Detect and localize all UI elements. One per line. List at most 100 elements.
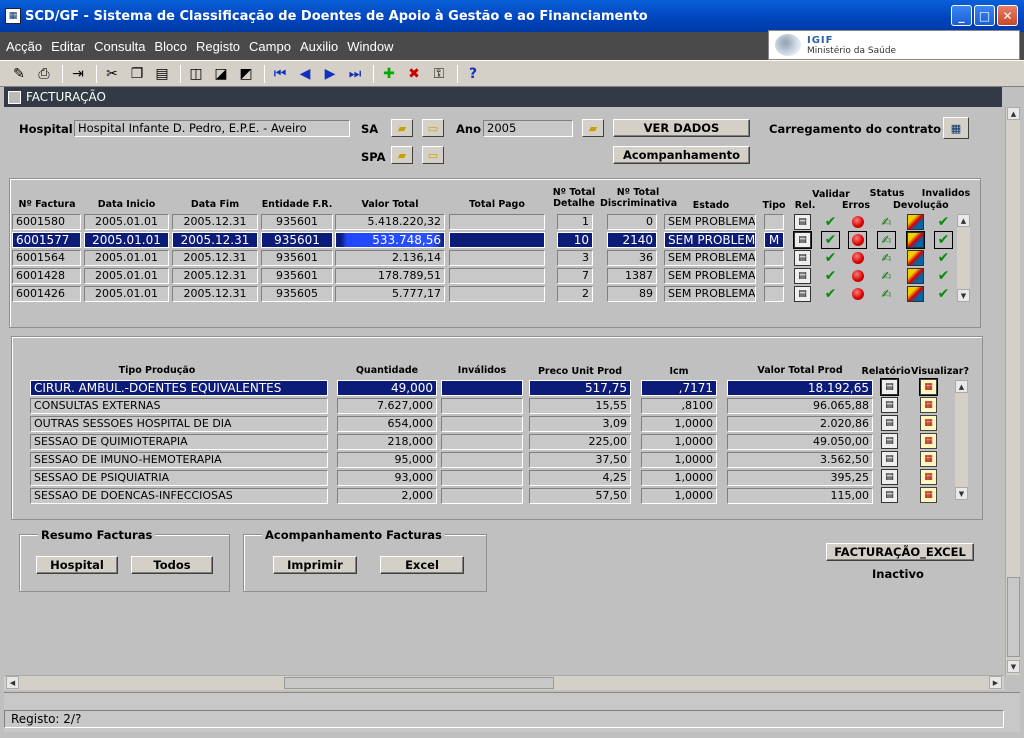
- cell-data-inicio[interactable]: 2005.01.01: [84, 214, 169, 230]
- cell-estado[interactable]: SEM PROBLEMA: [664, 232, 756, 248]
- facturas-scrollbar[interactable]: ▲ ▼: [957, 214, 970, 302]
- cell-valor-total[interactable]: 5.777,17: [335, 286, 445, 302]
- visualizar-icon[interactable]: ▦: [920, 451, 937, 467]
- cell-estado[interactable]: SEM PROBLEMA: [664, 286, 756, 302]
- cell-icm[interactable]: ,7171: [641, 380, 717, 396]
- cell-estado[interactable]: SEM PROBLEMA: [664, 214, 756, 230]
- cell-invalidos[interactable]: [441, 434, 523, 450]
- visualizar-icon[interactable]: ▦: [920, 487, 937, 503]
- scroll-down-icon[interactable]: ▼: [955, 487, 968, 500]
- cell-valor-total[interactable]: 533.748,56: [335, 232, 445, 248]
- cell-nr-factura[interactable]: 6001580: [12, 214, 81, 230]
- cell-total-discriminativa[interactable]: 1387: [607, 268, 657, 284]
- scroll-down-icon[interactable]: ▼: [957, 289, 970, 302]
- cell-quantidade[interactable]: 7.627,000: [337, 398, 437, 414]
- cell-data-fim[interactable]: 2005.12.31: [172, 268, 258, 284]
- window-horizontal-scrollbar[interactable]: ◀ ▶: [4, 675, 1004, 690]
- cell-preco-unit[interactable]: 225,00: [529, 434, 631, 450]
- paste-icon[interactable]: ▤: [151, 64, 173, 84]
- sa-open-folder-icon[interactable]: ▰: [391, 119, 413, 137]
- invalidos-check-icon[interactable]: ✔: [935, 250, 952, 266]
- cell-nr-factura[interactable]: 6001577: [12, 232, 81, 248]
- cell-valor-total[interactable]: 178.789,51: [335, 268, 445, 284]
- facturacao-excel-button[interactable]: FACTURAÇÃO_EXCEL: [826, 543, 974, 561]
- validate-check-icon[interactable]: ✔: [821, 231, 840, 249]
- scroll-up-icon[interactable]: ▲: [957, 214, 970, 227]
- invalidos-check-icon[interactable]: ✔: [934, 231, 953, 249]
- cell-invalidos[interactable]: [441, 452, 523, 468]
- print-icon[interactable]: ⎙: [33, 64, 55, 84]
- maximize-button[interactable]: □: [974, 5, 995, 26]
- previous-record-icon[interactable]: ◀: [294, 64, 316, 84]
- cell-data-inicio[interactable]: 2005.01.01: [84, 286, 169, 302]
- ano-field[interactable]: 2005: [483, 120, 573, 137]
- validate-check-icon[interactable]: ✔: [822, 250, 839, 266]
- visualizar-icon[interactable]: ▦: [920, 397, 937, 413]
- relatorio-icon[interactable]: ▤: [881, 487, 898, 503]
- report-icon[interactable]: ▤: [794, 214, 811, 230]
- status-icon[interactable]: ✍: [878, 250, 895, 266]
- menu-editar[interactable]: Editar: [51, 39, 85, 54]
- scroll-left-icon[interactable]: ◀: [6, 676, 19, 689]
- errors-stop-icon[interactable]: [848, 231, 867, 249]
- menu-accao[interactable]: Acção: [6, 39, 42, 54]
- menu-consulta[interactable]: Consulta: [94, 39, 145, 54]
- cell-valor-total-prod[interactable]: 115,00: [727, 488, 873, 504]
- hospital-field[interactable]: Hospital Infante D. Pedro, E.P.E. - Avei…: [74, 120, 350, 137]
- menu-registo[interactable]: Registo: [196, 39, 240, 54]
- cell-preco-unit[interactable]: 3,09: [529, 416, 631, 432]
- cancel-query-icon[interactable]: ◩: [235, 64, 257, 84]
- cell-valor-total-prod[interactable]: 3.562,50: [727, 452, 873, 468]
- cell-total-pago[interactable]: [449, 268, 545, 284]
- insert-record-icon[interactable]: ✚: [378, 64, 400, 84]
- cell-icm[interactable]: 1,0000: [641, 416, 717, 432]
- scroll-up-icon[interactable]: ▲: [955, 380, 968, 393]
- cell-tipo-producao[interactable]: CONSULTAS EXTERNAS: [30, 398, 328, 414]
- validate-check-icon[interactable]: ✔: [822, 286, 839, 302]
- devolucao-icon[interactable]: [907, 250, 924, 266]
- cell-icm[interactable]: ,8100: [641, 398, 717, 414]
- lock-record-icon[interactable]: ⚿: [428, 64, 450, 84]
- cell-nr-factura[interactable]: 6001564: [12, 250, 81, 266]
- errors-stop-icon[interactable]: [849, 268, 866, 284]
- cell-estado[interactable]: SEM PROBLEMA: [664, 250, 756, 266]
- cell-total-discriminativa[interactable]: 0: [607, 214, 657, 230]
- cell-valor-total[interactable]: 5.418.220,32: [335, 214, 445, 230]
- report-icon[interactable]: ▤: [793, 231, 812, 249]
- cell-preco-unit[interactable]: 4,25: [529, 470, 631, 486]
- scroll-up-icon[interactable]: ▲: [1007, 107, 1020, 120]
- help-icon[interactable]: ?: [462, 64, 484, 84]
- cell-invalidos[interactable]: [441, 416, 523, 432]
- producao-scrollbar[interactable]: ▲ ▼: [955, 380, 968, 500]
- relatorio-icon[interactable]: ▤: [881, 451, 898, 467]
- cell-preco-unit[interactable]: 57,50: [529, 488, 631, 504]
- cell-tipo-producao[interactable]: SESSAO DE IMUNO-HEMOTERAPIA: [30, 452, 328, 468]
- cell-invalidos[interactable]: [441, 470, 523, 486]
- cell-preco-unit[interactable]: 15,55: [529, 398, 631, 414]
- devolucao-icon[interactable]: [907, 268, 924, 284]
- minimize-button[interactable]: _: [951, 5, 972, 26]
- status-icon[interactable]: ✍: [878, 286, 895, 302]
- window-vertical-scrollbar[interactable]: ▲ ▼: [1005, 107, 1020, 675]
- cell-invalidos[interactable]: [441, 488, 523, 504]
- status-icon[interactable]: ✍: [878, 268, 895, 284]
- relatorio-icon[interactable]: ▤: [880, 378, 899, 396]
- cell-nr-factura[interactable]: 6001426: [12, 286, 81, 302]
- exit-icon[interactable]: ⇥: [67, 64, 89, 84]
- cell-tipo[interactable]: [764, 286, 784, 302]
- save-icon[interactable]: ✎: [8, 64, 30, 84]
- next-record-icon[interactable]: ▶: [319, 64, 341, 84]
- cell-quantidade[interactable]: 218,000: [337, 434, 437, 450]
- cell-total-pago[interactable]: [449, 286, 545, 302]
- validate-check-icon[interactable]: ✔: [822, 214, 839, 230]
- menu-campo[interactable]: Campo: [249, 39, 291, 54]
- status-icon[interactable]: ✍: [878, 214, 895, 230]
- invalidos-check-icon[interactable]: ✔: [935, 286, 952, 302]
- excel-button[interactable]: Excel: [380, 556, 464, 574]
- cell-total-discriminativa[interactable]: 36: [607, 250, 657, 266]
- cell-data-inicio[interactable]: 2005.01.01: [84, 232, 169, 248]
- cell-tipo-producao[interactable]: OUTRAS SESSOES HOSPITAL DE DIA: [30, 416, 328, 432]
- cell-entidade[interactable]: 935601: [261, 250, 333, 266]
- ver-dados-button[interactable]: VER DADOS: [613, 119, 750, 137]
- cell-quantidade[interactable]: 95,000: [337, 452, 437, 468]
